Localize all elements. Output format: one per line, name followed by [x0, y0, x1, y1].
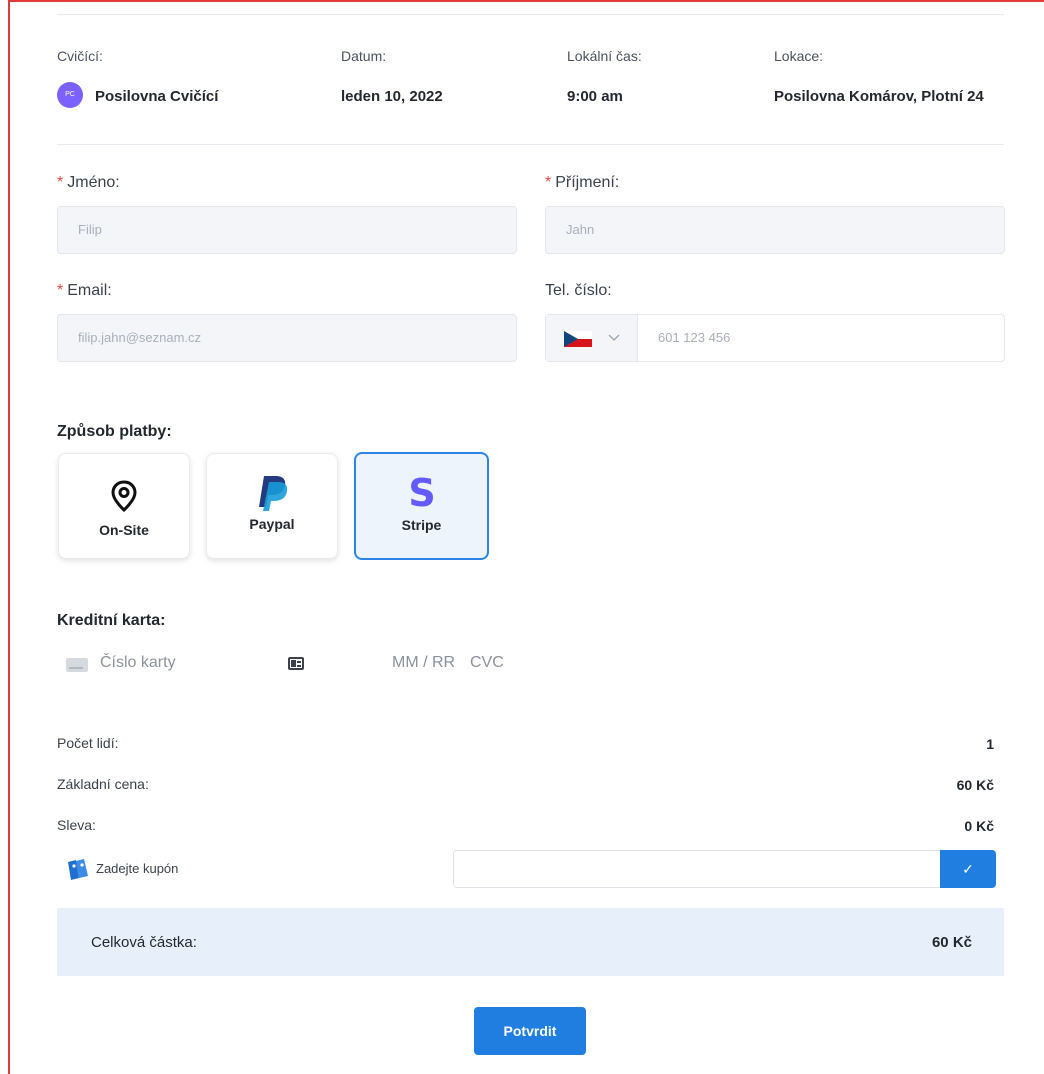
required-mark: * — [545, 174, 552, 191]
location-value: Posilovna Komárov, Plotní 24 — [774, 88, 984, 105]
base-price-value: 60 Kč — [956, 777, 994, 793]
czech-flag-icon — [564, 331, 592, 347]
total-value: 60 Kč — [931, 934, 972, 951]
payment-option-onsite[interactable]: On-Site — [58, 453, 190, 559]
trainer-info: Cvičící: PC Posilovna Cvičící — [57, 48, 218, 108]
people-label: Počet lidí: — [57, 735, 119, 751]
location-info: Lokace: Posilovna Komárov, Plotní 24 — [774, 48, 984, 105]
stripe-logo-icon: S — [356, 471, 487, 515]
time-label: Lokální čas: — [567, 48, 642, 64]
email-label: * Email: — [57, 282, 112, 299]
first-name-field[interactable]: Filip — [57, 206, 517, 254]
payment-option-label: On-Site — [99, 522, 149, 538]
card-cvc-input[interactable]: CVC — [470, 654, 504, 672]
info-divider — [57, 144, 1004, 145]
phone-label: Tel. číslo: — [545, 282, 612, 299]
coupon-input[interactable] — [453, 850, 941, 888]
paypal-logo-icon — [207, 474, 337, 514]
total-box: Celková částka: 60 Kč — [57, 908, 1004, 976]
confirm-button[interactable]: Potvrdit — [474, 1007, 586, 1055]
card-number-input[interactable]: Číslo karty — [100, 654, 176, 672]
phone-input[interactable]: 601 123 456 — [658, 315, 730, 361]
payment-title: Způsob platby: — [57, 423, 172, 440]
discount-label: Sleva: — [57, 817, 96, 833]
people-value: 1 — [986, 736, 994, 752]
trainer-name: Posilovna Cvičící — [95, 88, 219, 105]
payment-option-label: Stripe — [401, 517, 442, 533]
date-value: leden 10, 2022 — [341, 88, 443, 105]
card-id-icon — [288, 657, 304, 670]
date-info: Datum: leden 10, 2022 — [341, 48, 443, 105]
coupon-ticket-icon — [66, 857, 90, 881]
top-divider — [57, 14, 1004, 15]
country-select[interactable] — [546, 315, 638, 361]
discount-value: 0 Kč — [964, 818, 994, 834]
email-field[interactable]: filip.jahn@seznam.cz — [57, 314, 517, 362]
trainer-label: Cvičící: — [57, 48, 103, 64]
credit-card-icon — [66, 658, 88, 672]
svg-text:S: S — [408, 472, 435, 512]
time-info: Lokální čas: 9:00 am — [567, 48, 642, 105]
coupon-label: Zadejte kupón — [96, 861, 179, 876]
payment-option-stripe[interactable]: S Stripe — [354, 452, 489, 560]
avatar: PC — [57, 82, 83, 108]
location-label: Lokace: — [774, 48, 824, 64]
chevron-down-icon — [608, 329, 620, 348]
last-name-label: * Příjmení: — [545, 174, 620, 191]
first-name-label: * Jméno: — [57, 174, 120, 191]
card-expiry-input[interactable]: MM / RR — [392, 654, 455, 672]
card-title: Kreditní karta: — [57, 612, 166, 629]
required-mark: * — [57, 282, 64, 299]
total-label: Celková částka: — [91, 934, 197, 951]
date-label: Datum: — [341, 48, 387, 64]
location-pin-icon — [59, 478, 189, 518]
coupon-apply-button[interactable]: ✓ — [940, 850, 996, 888]
last-name-field[interactable]: Jahn — [545, 206, 1005, 254]
payment-option-label: Paypal — [249, 516, 295, 532]
required-mark: * — [57, 174, 64, 191]
base-price-label: Základní cena: — [57, 776, 149, 792]
time-value: 9:00 am — [567, 88, 623, 105]
phone-field: 601 123 456 — [545, 314, 1005, 362]
payment-option-paypal[interactable]: Paypal — [206, 453, 338, 559]
